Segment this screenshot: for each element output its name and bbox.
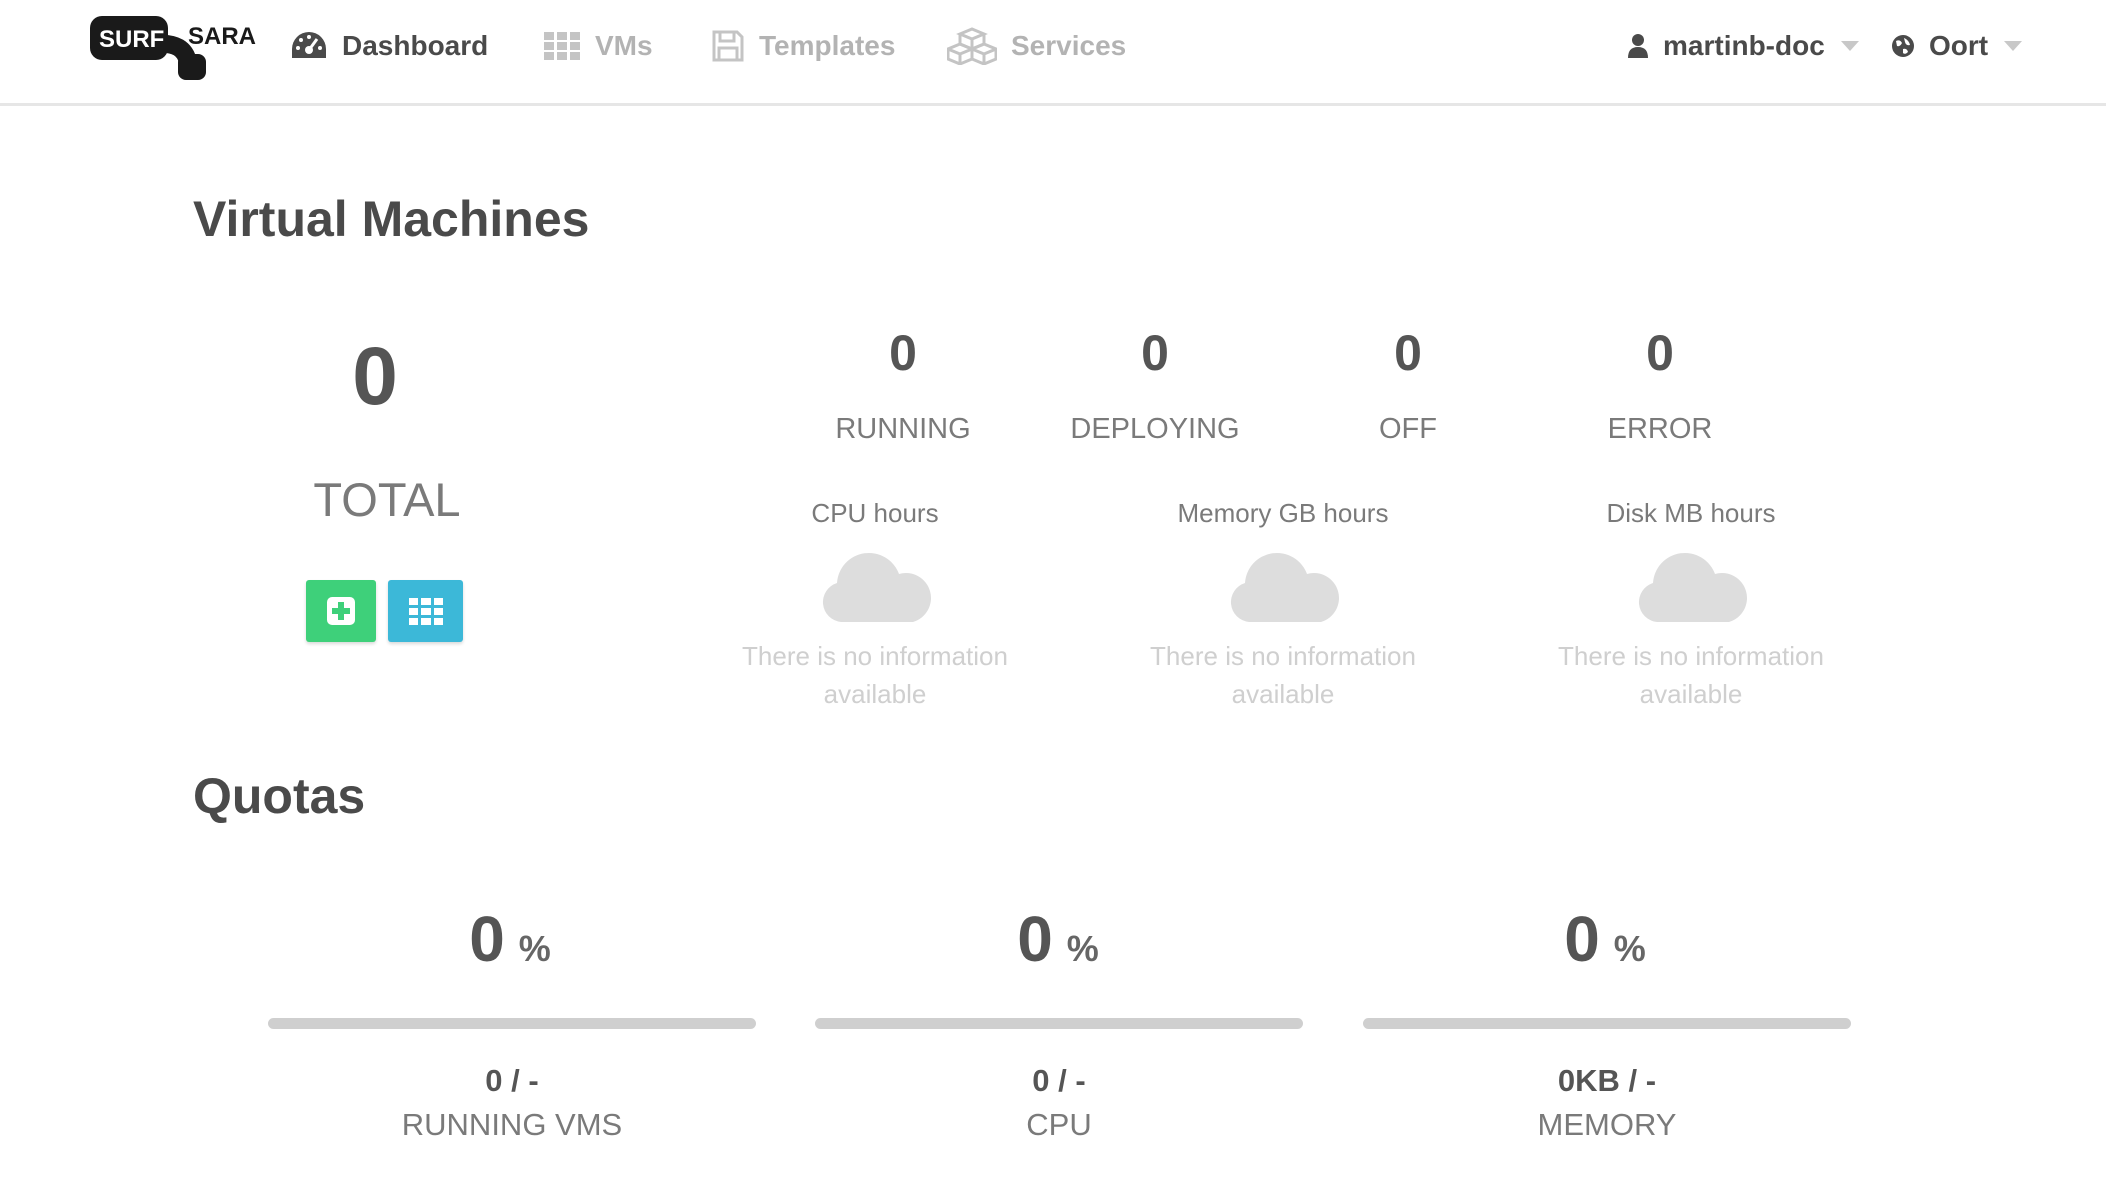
memory-quota-bar (1363, 1018, 1851, 1029)
running-count: 0 (889, 325, 917, 381)
cloud-icon (822, 552, 931, 622)
disk-mb-hours-title: Disk MB hours (1606, 498, 1776, 528)
off-label: OFF (1379, 413, 1437, 445)
running-label: RUNNING (835, 413, 971, 445)
chevron-down-icon (1840, 41, 1859, 51)
nav-services-label: Services (1011, 30, 1127, 61)
vms-total-label: TOTAL (313, 473, 461, 526)
save-icon (712, 30, 744, 62)
nav-vms[interactable]: VMs (543, 26, 653, 66)
cpu-quota-value: 0 / - (1032, 1063, 1086, 1098)
quota-percent-value: 0 (1017, 903, 1053, 975)
cpu-hours-empty-text: There is no information available (742, 641, 1008, 709)
running-vms-quota-percent: 0% (469, 902, 551, 976)
memory-quota-label: MEMORY (1537, 1107, 1677, 1142)
grid-icon (408, 598, 443, 625)
running-vms-quota-value: 0 / - (485, 1063, 539, 1098)
cpu-quota-bar (815, 1018, 1303, 1029)
cpu-quota-percent: 0% (1017, 902, 1099, 976)
cpu-hours-title: CPU hours (811, 498, 939, 528)
user-menu[interactable]: martinb-doc (1627, 26, 1859, 66)
cpu-quota-label: CPU (1026, 1107, 1092, 1142)
user-icon (1628, 34, 1648, 58)
memory-quota-value: 0KB / - (1557, 1063, 1657, 1098)
nav-dashboard-label: Dashboard (342, 30, 489, 61)
chevron-down-icon (2004, 41, 2023, 51)
quota-percent-unit: % (518, 928, 551, 969)
grid-icon (544, 32, 580, 60)
quota-percent-value: 0 (1564, 903, 1600, 975)
error-count: 0 (1646, 325, 1674, 381)
create-vm-button[interactable] (306, 580, 376, 642)
quota-percent-unit: % (1613, 928, 1646, 969)
nav-dashboard[interactable]: Dashboard (290, 26, 488, 66)
top-navbar: SURF SARA Dashboard VMs Templates Servic… (0, 0, 2106, 106)
logo-text-surf: SURF (99, 26, 164, 53)
nav-services[interactable]: Services (947, 26, 1126, 66)
dashboard-icon (292, 32, 326, 58)
running-vms-quota-label: RUNNING VMS (401, 1107, 623, 1142)
nav-templates-label: Templates (759, 30, 896, 61)
memory-gb-hours-empty-text: There is no information available (1150, 641, 1416, 709)
off-count: 0 (1394, 325, 1422, 381)
zone-menu-label: Oort (1929, 30, 1989, 61)
vms-total-count: 0 (352, 331, 398, 422)
deploying-label: DEPLOYING (1070, 413, 1240, 445)
logo-text-sara: SARA (188, 23, 256, 50)
plus-square-icon (327, 597, 355, 625)
quotas-section-title: Quotas (193, 768, 366, 824)
error-label: ERROR (1607, 413, 1713, 445)
deploying-count: 0 (1141, 325, 1169, 381)
surfsara-logo[interactable]: SURF SARA (88, 14, 263, 87)
running-vms-quota-bar (268, 1018, 756, 1029)
cubes-icon (947, 27, 997, 65)
zone-menu[interactable]: Oort (1891, 26, 2023, 66)
globe-icon (1892, 35, 1914, 57)
memory-gb-hours-title: Memory GB hours (1177, 498, 1389, 528)
quota-percent-value: 0 (469, 903, 505, 975)
disk-mb-hours-empty-text: There is no information available (1558, 641, 1824, 709)
quota-percent-unit: % (1066, 928, 1099, 969)
nav-vms-label: VMs (595, 30, 653, 61)
vms-section-title: Virtual Machines (193, 191, 590, 247)
cloud-icon (1230, 552, 1339, 622)
memory-quota-percent: 0% (1564, 902, 1646, 976)
nav-templates[interactable]: Templates (711, 26, 895, 66)
user-menu-label: martinb-doc (1663, 30, 1825, 61)
list-vms-button[interactable] (388, 580, 463, 642)
cloud-icon (1638, 552, 1747, 622)
